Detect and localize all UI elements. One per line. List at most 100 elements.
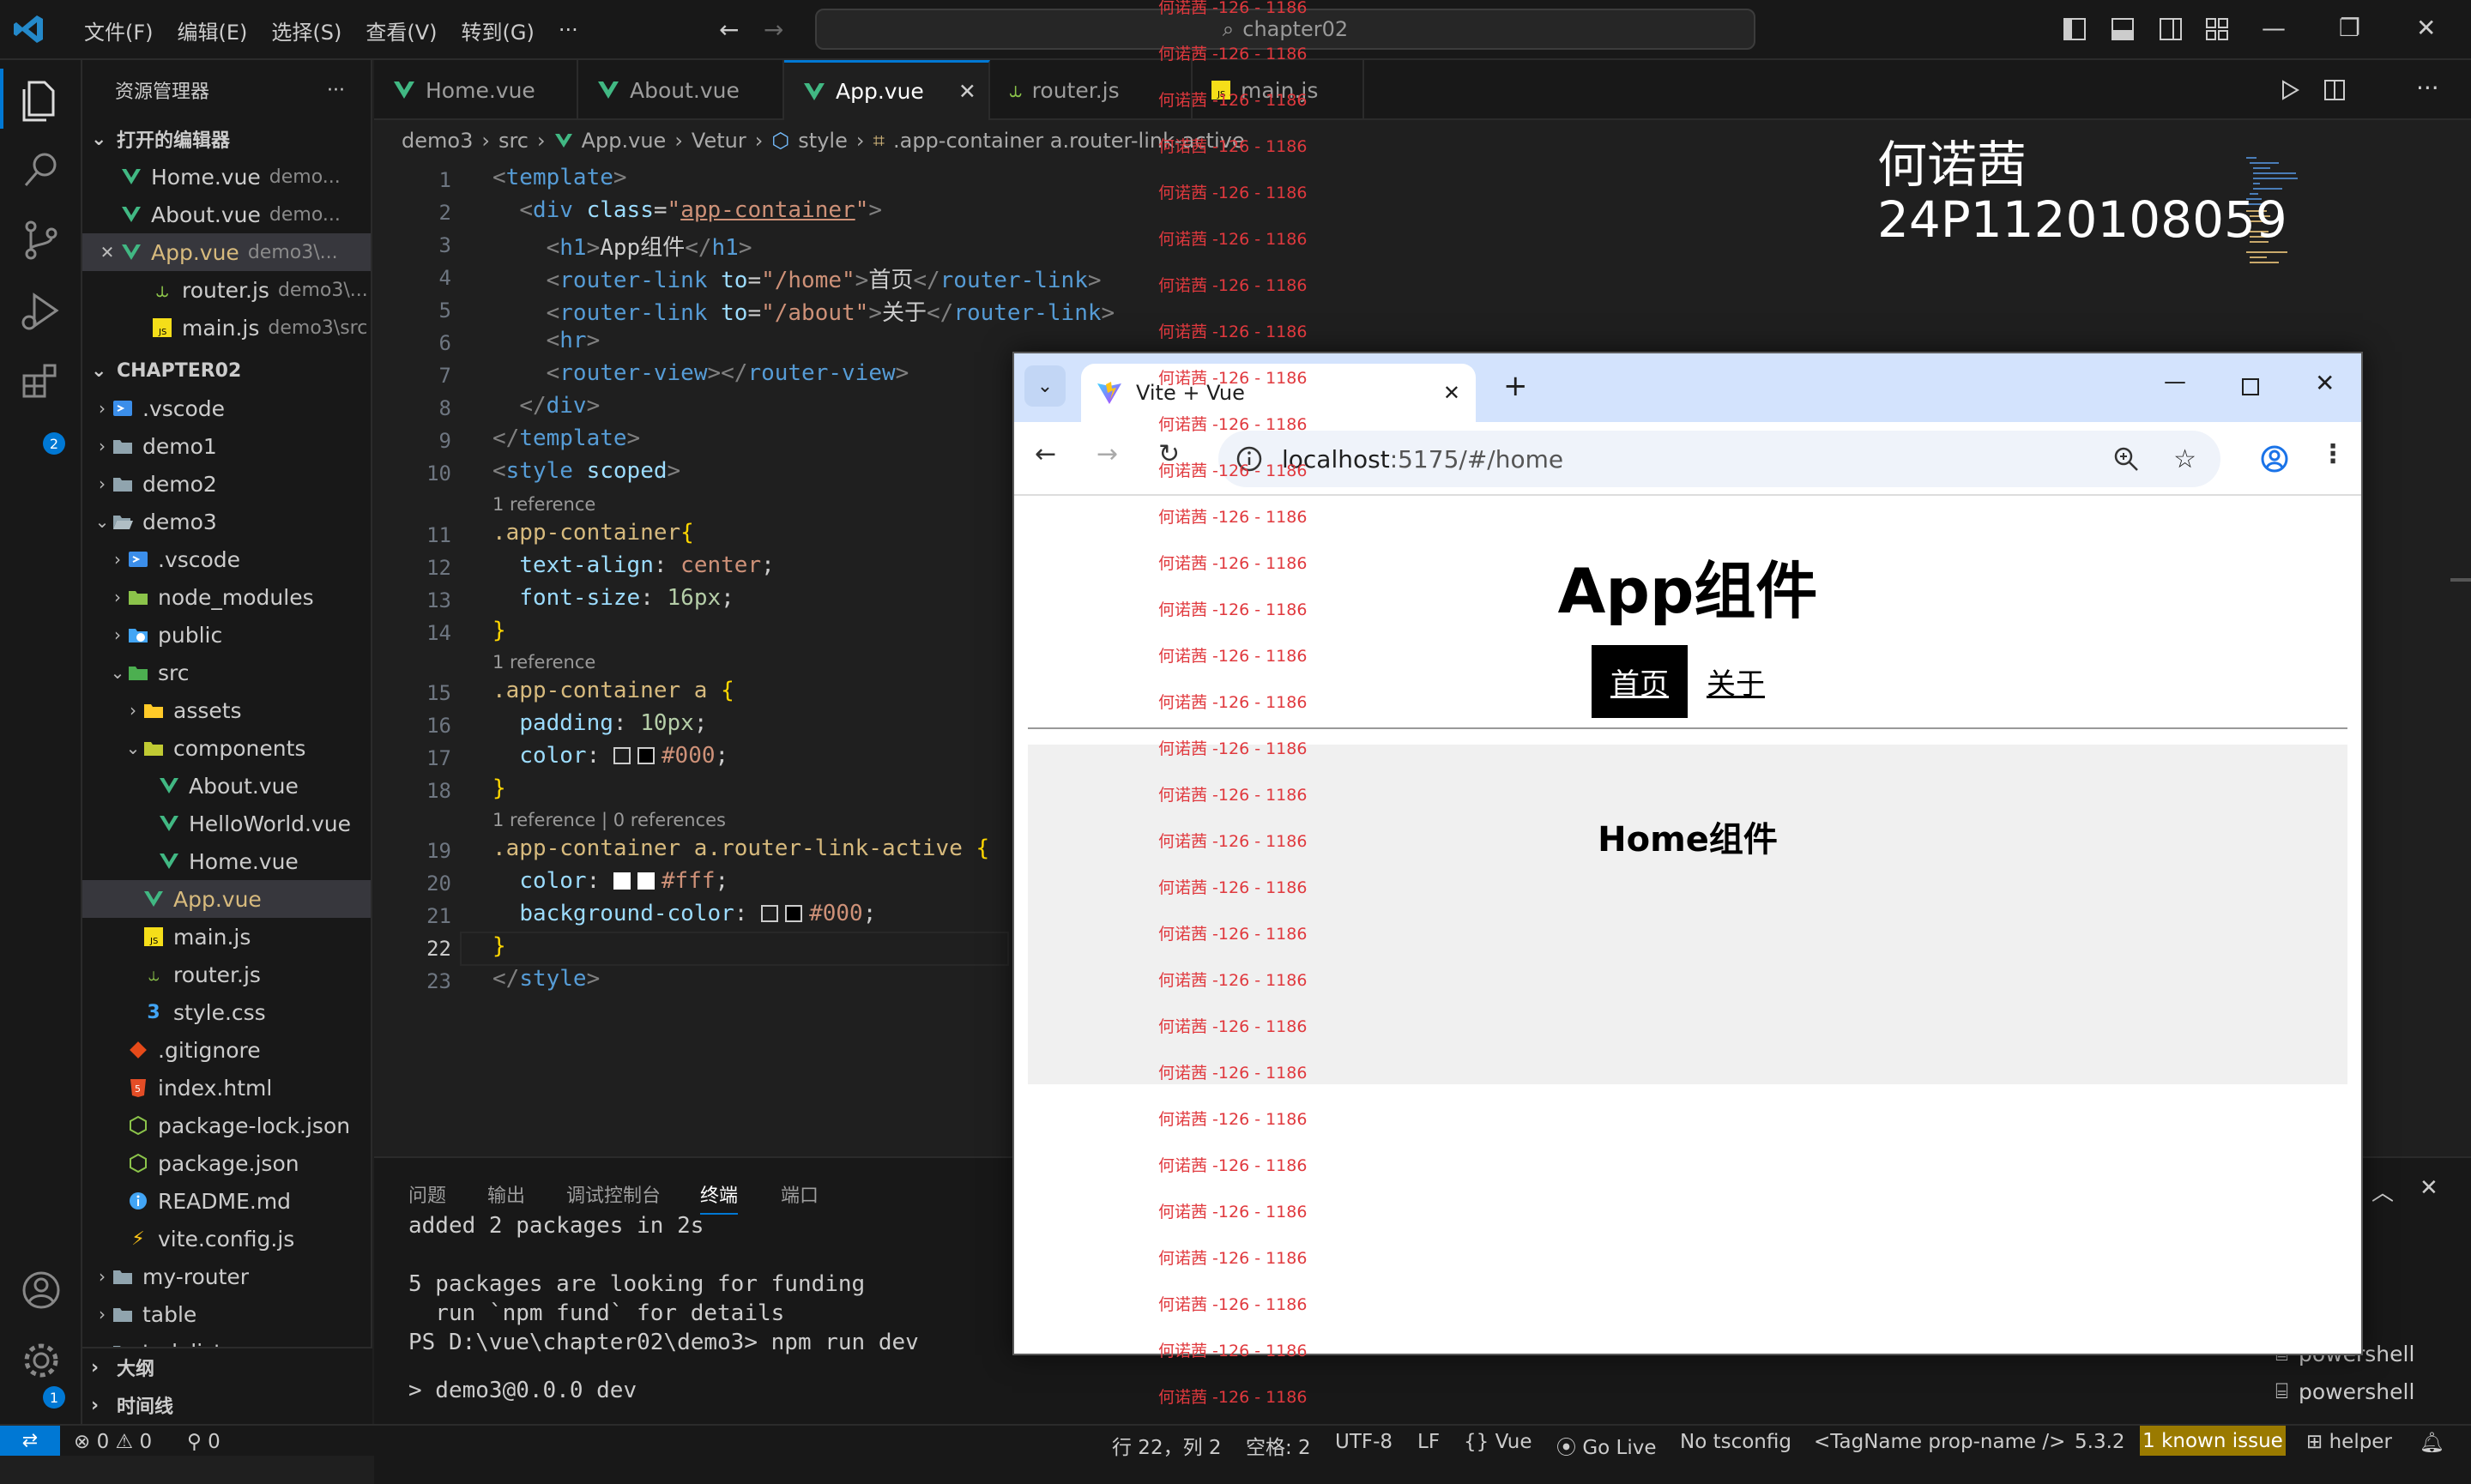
problems-status[interactable]: ⊗ 0 ⚠ 0 xyxy=(74,1431,152,1453)
encoding[interactable]: UTF-8 xyxy=(1335,1431,1393,1453)
tsconfig-status[interactable]: No tsconfig xyxy=(1680,1431,1791,1453)
command-center-search[interactable]: ⌕ chapter02 xyxy=(815,9,1755,50)
menu-edit[interactable]: 编辑(E) xyxy=(166,15,260,45)
ports-status[interactable]: ⚲ 0 xyxy=(187,1431,221,1453)
close-window-icon[interactable]: ✕ xyxy=(2416,14,2436,42)
customize-layout-icon[interactable] xyxy=(2205,17,2229,41)
tab-output[interactable]: 输出 xyxy=(487,1180,525,1208)
remote-indicator-icon[interactable]: ⇄ xyxy=(0,1426,60,1456)
code-lens[interactable]: 1 reference xyxy=(492,652,595,673)
forward-arrow-icon[interactable]: → xyxy=(1097,439,1118,469)
tree-file[interactable]: App.vue xyxy=(82,880,371,918)
tree-folder[interactable]: › .vscode xyxy=(82,540,371,578)
tree-folder[interactable]: › public xyxy=(82,616,371,654)
tree-file[interactable]: HelloWorld.vue xyxy=(82,805,371,842)
tree-folder[interactable]: › demo1 xyxy=(82,427,371,465)
open-editor-item[interactable]: Home.vue demo... xyxy=(82,158,371,196)
nav-link-about[interactable]: 关于 xyxy=(1688,645,1784,718)
breadcrumb-item[interactable]: style xyxy=(798,129,848,153)
tab-debug-console[interactable]: 调试控制台 xyxy=(566,1180,661,1208)
address-bar[interactable]: localhost:5175/#/home ☆ xyxy=(1218,431,2220,487)
breadcrumb-item[interactable]: Vetur xyxy=(692,129,746,153)
tree-folder[interactable]: ⌄ demo3 xyxy=(82,503,371,540)
tab-search-chevron-icon[interactable]: ⌄ xyxy=(1024,365,1066,407)
tab-app-vue[interactable]: App.vue ✕ xyxy=(784,60,990,120)
close-window-icon[interactable]: ✕ xyxy=(2315,369,2335,397)
language-mode[interactable]: {} Vue xyxy=(1464,1431,1532,1453)
scrollbar-thumb[interactable] xyxy=(2450,578,2471,582)
tree-file[interactable]: ⚡︎ vite.config.js xyxy=(82,1220,371,1258)
tree-file[interactable]: 5 index.html xyxy=(82,1069,371,1107)
tag-status[interactable]: <TagName prop-name /> xyxy=(1814,1431,2065,1453)
zoom-icon[interactable] xyxy=(2113,446,2139,472)
source-control-icon[interactable] xyxy=(17,216,65,264)
site-info-icon[interactable] xyxy=(1236,445,1263,473)
browser-tab[interactable]: Vite + Vue ✕ xyxy=(1081,364,1476,422)
back-arrow-icon[interactable]: ← xyxy=(1035,439,1056,469)
menu-go[interactable]: 转到(G) xyxy=(450,15,547,45)
known-issue-badge[interactable]: 1 known issue xyxy=(2140,1426,2286,1456)
tab-main-js[interactable]: JS main.js xyxy=(1193,60,1364,120)
manage-gear-icon[interactable] xyxy=(17,1336,65,1384)
outline-section[interactable]: › 大纲 xyxy=(82,1348,372,1386)
tree-file[interactable]: 3 style.css xyxy=(82,993,371,1031)
search-sidebar-icon[interactable] xyxy=(17,146,65,194)
terminal-instance[interactable]: ⌸ powershell xyxy=(2267,1372,2471,1410)
close-tab-icon[interactable]: ✕ xyxy=(1443,381,1460,405)
breadcrumb-item[interactable]: .app-container a.router-link-active xyxy=(893,129,1245,153)
tree-file[interactable]: README.md xyxy=(82,1182,371,1220)
open-editor-item[interactable]: ⥿ router.js demo3\... xyxy=(82,271,371,309)
tab-home-vue[interactable]: Home.vue xyxy=(374,60,578,120)
run-debug-icon[interactable] xyxy=(17,287,65,335)
minimize-icon[interactable]: — xyxy=(2164,369,2186,395)
open-editors-section[interactable]: ⌄ 打开的编辑器 xyxy=(82,120,371,158)
nav-link-home-active[interactable]: 首页 xyxy=(1592,645,1688,718)
tree-file[interactable]: JS main.js xyxy=(82,918,371,956)
tab-problems[interactable]: 问题 xyxy=(408,1180,446,1208)
tree-folder[interactable]: › .vscode xyxy=(82,389,371,427)
tab-terminal[interactable]: 终端 xyxy=(700,1180,739,1215)
helper-status[interactable]: ⊞ helper xyxy=(2306,1431,2392,1453)
more-actions-icon[interactable]: ··· xyxy=(2416,74,2439,102)
close-editor-icon[interactable]: ✕ xyxy=(94,242,120,262)
menu-file[interactable]: 文件(F) xyxy=(72,15,166,45)
tree-folder[interactable]: › assets xyxy=(82,691,371,729)
code-lens[interactable]: 1 reference xyxy=(492,494,595,515)
tree-folder[interactable]: ⌄ src xyxy=(82,654,371,691)
notifications-bell-icon[interactable]: 🔔︎ xyxy=(2420,1431,2444,1454)
tab-router-js[interactable]: ⥿ router.js xyxy=(990,60,1193,120)
tree-folder[interactable]: › table xyxy=(82,1295,371,1333)
tree-file[interactable]: .gitignore xyxy=(82,1031,371,1069)
split-editor-icon[interactable] xyxy=(2323,79,2346,101)
open-editor-item[interactable]: JS main.js demo3\src xyxy=(82,309,371,347)
breadcrumb-item[interactable]: App.vue xyxy=(582,129,667,153)
restore-icon[interactable]: ❐ xyxy=(2339,14,2360,42)
toggle-panel-icon[interactable] xyxy=(2111,17,2135,41)
tree-file[interactable]: Home.vue xyxy=(82,842,371,880)
toggle-secondary-sidebar-icon[interactable] xyxy=(2159,17,2183,41)
open-editor-item-active[interactable]: ✕ App.vue demo3\... xyxy=(82,233,371,271)
new-tab-plus-icon[interactable]: + xyxy=(1503,369,1528,403)
version-status[interactable]: 5.3.2 xyxy=(2075,1431,2125,1453)
minimize-icon[interactable]: — xyxy=(2262,14,2286,42)
end-of-line[interactable]: LF xyxy=(1417,1431,1440,1453)
reload-icon[interactable]: ↻ xyxy=(1158,439,1180,469)
tab-ports[interactable]: 端口 xyxy=(781,1180,819,1208)
tree-file[interactable]: package-lock.json xyxy=(82,1107,371,1144)
breadcrumb-item[interactable]: demo3 xyxy=(402,129,473,153)
toggle-sidebar-icon[interactable] xyxy=(2063,17,2087,41)
account-icon[interactable] xyxy=(17,1266,65,1314)
explorer-icon[interactable] xyxy=(17,75,65,124)
open-editor-item[interactable]: About.vue demo... xyxy=(82,196,371,233)
maximize-icon[interactable] xyxy=(2241,377,2260,396)
tree-folder[interactable]: ⌄ components xyxy=(82,729,371,767)
breadcrumb-item[interactable]: src xyxy=(498,129,529,153)
tree-file[interactable]: ⥿ router.js xyxy=(82,956,371,993)
tree-folder[interactable]: › my-router xyxy=(82,1258,371,1295)
workspace-section[interactable]: ⌄ CHAPTER02 xyxy=(82,352,371,389)
tree-folder[interactable]: › demo2 xyxy=(82,465,371,503)
tree-folder[interactable]: › node_modules xyxy=(82,578,371,616)
menu-more[interactable]: ··· xyxy=(547,18,590,42)
close-tab-icon[interactable]: ✕ xyxy=(958,79,976,104)
forward-arrow-icon[interactable]: → xyxy=(764,15,783,44)
